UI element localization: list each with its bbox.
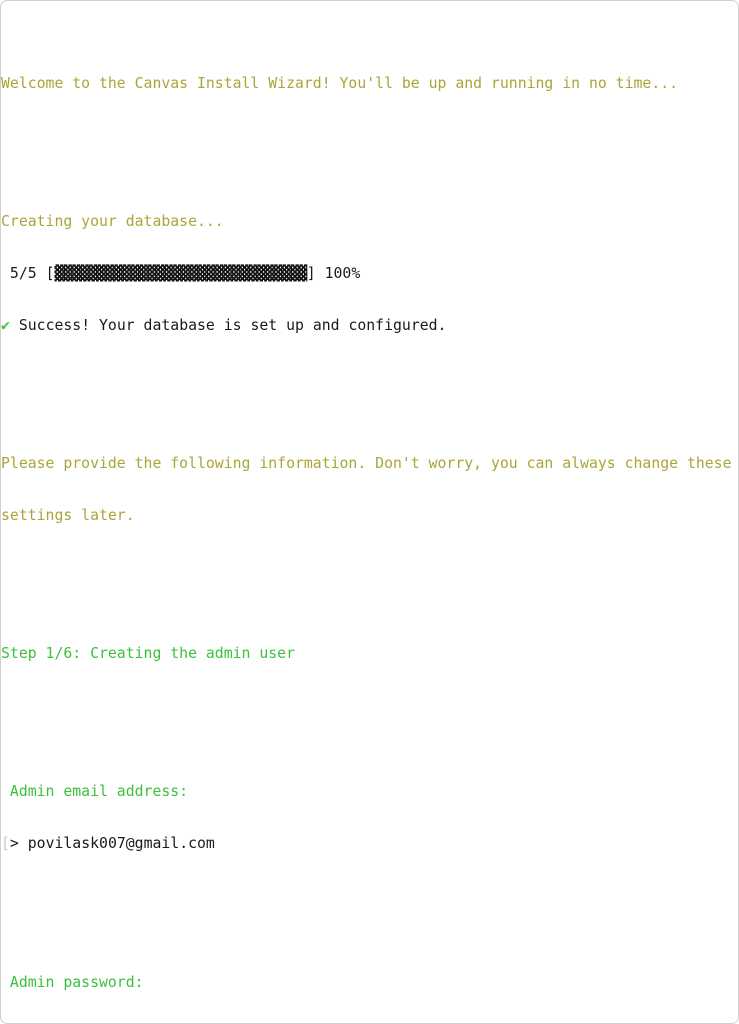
intro-line: Welcome to the Canvas Install Wizard! Yo… [1,75,738,93]
notice-line-2: settings later. [1,507,738,525]
field-value[interactable]: povilask007@gmail.com [28,835,215,852]
field-input-admin-email[interactable]: [> povilask007@gmail.com [1,835,738,853]
field-label-text: Admin password: [1,973,144,991]
success-line-database: ✔ Success! Your database is set up and c… [1,317,738,334]
progress-fill: ▓▓▓▓▓▓▓▓▓▓▓▓▓▓▓▓▓▓▓▓▓▓▓▓▓▓▓▓▓▓ [54,265,307,283]
step-header-1: Step 1/6: Creating the admin user [1,645,738,663]
terminal-window[interactable]: Welcome to the Canvas Install Wizard! Yo… [0,0,739,1024]
prompt-arrow-icon: > [9,835,19,853]
task-label-database: Creating your database... [1,213,738,231]
field-label-text: Admin email address: [1,783,189,801]
bracket-close-icon: ] [306,265,316,283]
task-label-text: Creating your database... [1,213,224,231]
notice-text-2: settings later. [1,507,135,525]
field-label-admin-email: Admin email address: [1,783,738,801]
progress-bar-database: 5/5 [▓▓▓▓▓▓▓▓▓▓▓▓▓▓▓▓▓▓▓▓▓▓▓▓▓▓▓▓▓▓] 100… [1,265,738,283]
check-icon: ✔ [1,317,10,334]
step-header-text: Step 1/6: Creating the admin user [1,645,295,663]
leading-bracket-icon: [ [1,835,10,853]
progress-counter: 5/5 [1,265,37,283]
intro-text: Welcome to the Canvas Install Wizard! Yo… [1,75,679,93]
success-text: Success! Your database is set up and con… [18,317,447,334]
terminal-output: Welcome to the Canvas Install Wizard! Yo… [1,6,738,1023]
progress-space [37,265,46,282]
progress-percent: 100% [324,265,361,283]
field-label-admin-password: Admin password: [1,973,738,991]
notice-text-1: Please provide the following information… [1,455,732,473]
notice-line-1: Please provide the following information… [1,455,738,473]
